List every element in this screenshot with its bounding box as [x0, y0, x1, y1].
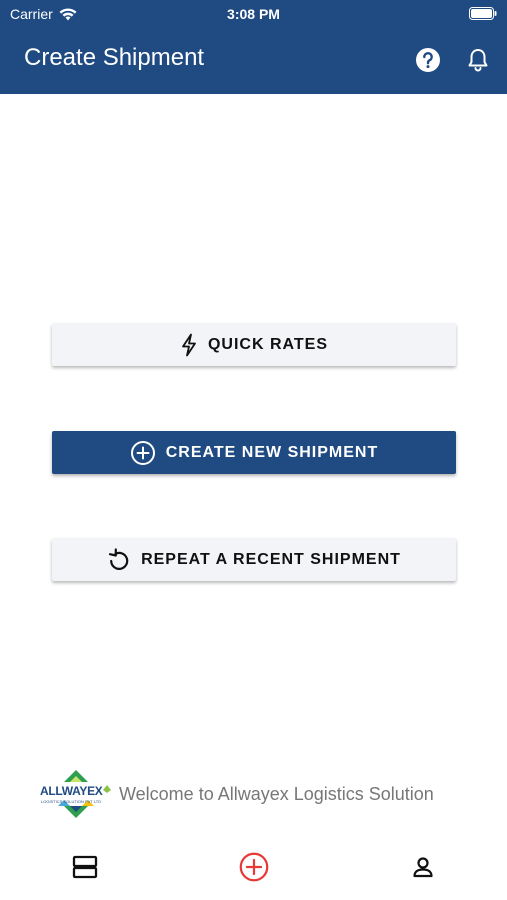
bell-icon	[468, 49, 488, 72]
logo-subtext: LOGISTICS SOLUTION PVT LTD	[41, 799, 102, 804]
create-new-shipment-label: CREATE NEW SHIPMENT	[165, 443, 379, 461]
bottom-tab-bar	[0, 840, 507, 900]
create-new-shipment-button[interactable]: CREATE NEW SHIPMENT	[52, 431, 456, 474]
repeat-recent-shipment-label: REPEAT A RECENT SHIPMENT	[141, 550, 401, 568]
quick-rates-label: QUICK RATES	[207, 335, 329, 353]
help-circle-icon	[416, 48, 440, 72]
quick-rates-button[interactable]: QUICK RATES	[52, 323, 456, 366]
welcome-banner: ALLWAYEX LOGISTICS SOLUTION PVT LTD Welc…	[40, 766, 480, 822]
logo-text: ALLWAYEX	[40, 784, 103, 798]
create-shipment-screen: Carrier 3:08 PM Create Shipment QUICK RA…	[0, 0, 507, 900]
battery-icon	[469, 7, 497, 20]
page-title: Create Shipment	[24, 44, 205, 71]
tab-shipments-list[interactable]	[70, 852, 100, 882]
header: Carrier 3:08 PM Create Shipment	[0, 0, 507, 94]
welcome-text: Welcome to Allwayex Logistics Solution	[119, 783, 434, 804]
notifications-button[interactable]	[464, 46, 492, 74]
status-bar: Carrier 3:08 PM	[0, 0, 507, 30]
help-button[interactable]	[414, 46, 442, 74]
add-circle-icon	[130, 440, 155, 465]
profile-icon	[413, 857, 433, 878]
tab-profile[interactable]	[408, 852, 438, 882]
refresh-icon	[108, 547, 129, 570]
list-icon	[72, 855, 98, 879]
clock: 3:08 PM	[227, 6, 280, 22]
allwayex-logo: ALLWAYEX LOGISTICS SOLUTION PVT LTD	[40, 766, 114, 822]
tab-create-shipment[interactable]	[239, 852, 269, 882]
lightning-icon	[182, 333, 196, 356]
repeat-recent-shipment-button[interactable]: REPEAT A RECENT SHIPMENT	[52, 538, 456, 581]
add-circle-icon	[239, 852, 269, 882]
